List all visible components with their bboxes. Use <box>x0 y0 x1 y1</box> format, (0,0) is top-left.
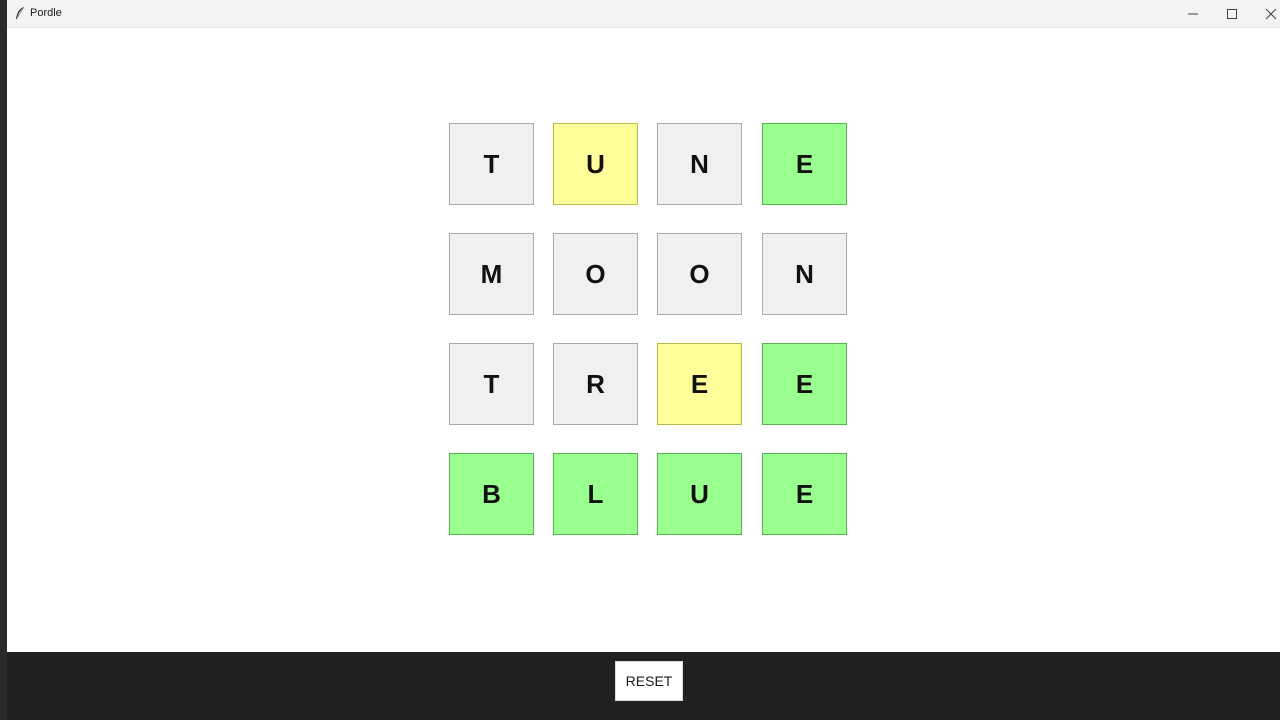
letter-tile: T <box>449 343 534 425</box>
letter-tile: L <box>553 453 638 535</box>
letter-tile: U <box>553 123 638 205</box>
reset-button[interactable]: RESET <box>615 661 683 701</box>
game-board: TUNEMOONTREEBLUE <box>7 28 1280 652</box>
footer-bar: RESET <box>7 652 1280 720</box>
window-title: Pordle <box>30 7 62 19</box>
letter-tile: E <box>762 453 847 535</box>
close-icon <box>1265 8 1277 20</box>
letter-tile: B <box>449 453 534 535</box>
letter-tile: E <box>762 123 847 205</box>
letter-tile: M <box>449 233 534 315</box>
close-button[interactable] <box>1251 0 1280 27</box>
minimize-button[interactable] <box>1173 0 1213 27</box>
maximize-icon <box>1227 9 1237 19</box>
letter-tile: T <box>449 123 534 205</box>
app-window: Pordle TUNEMOONTREEBLUE RESET <box>7 0 1280 720</box>
letter-tile: O <box>553 233 638 315</box>
letter-tile: N <box>657 123 742 205</box>
letter-tile: E <box>657 343 742 425</box>
letter-tile: E <box>762 343 847 425</box>
letter-tile: R <box>553 343 638 425</box>
title-bar[interactable]: Pordle <box>7 0 1280 28</box>
maximize-button[interactable] <box>1212 0 1252 27</box>
feather-icon <box>14 6 26 20</box>
letter-tile: O <box>657 233 742 315</box>
minimize-icon <box>1188 13 1198 15</box>
letter-tile: N <box>762 233 847 315</box>
letter-tile: U <box>657 453 742 535</box>
